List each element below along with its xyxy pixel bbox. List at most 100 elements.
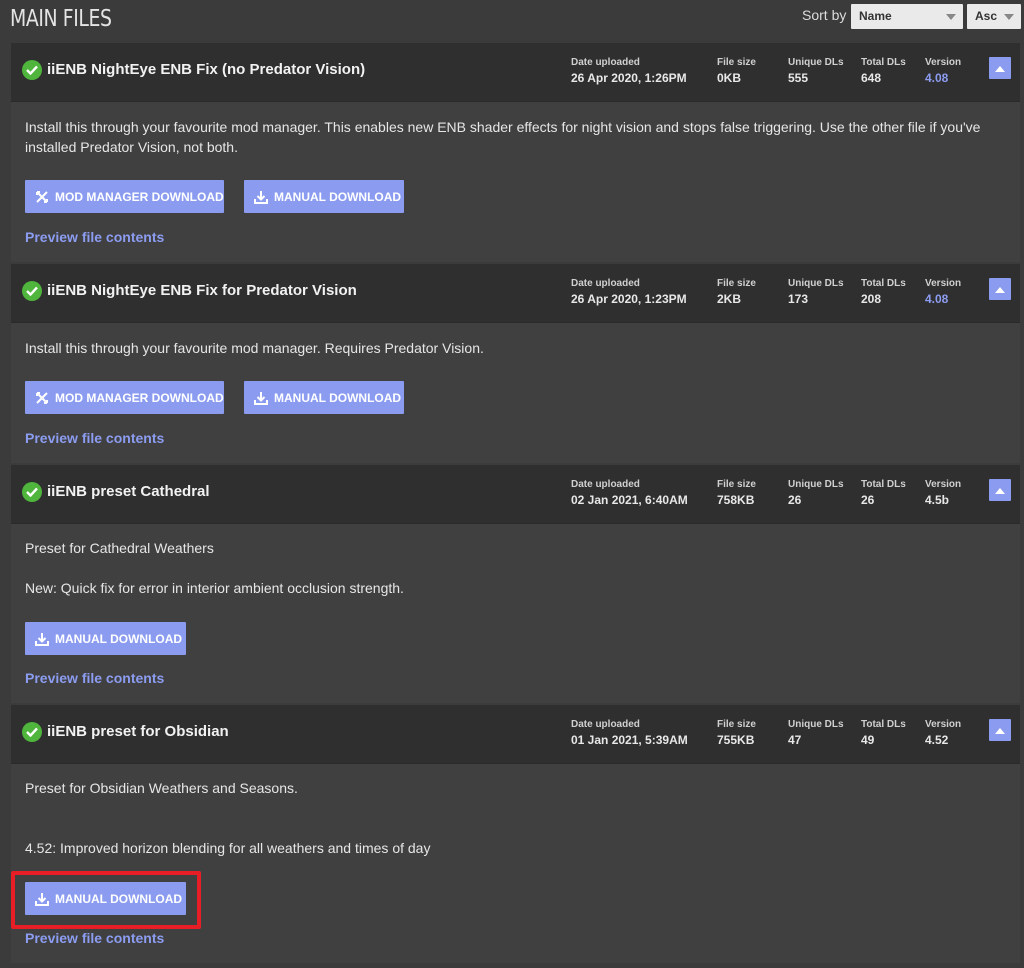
file-description: 4.52: Improved horizon blending for all … [25,840,431,856]
stat-value: 01 Jan 2021, 5:39AM [571,733,688,747]
file-item: iiENB preset for Obsidian Date uploaded … [11,705,1020,963]
file-name: iiENB NightEye ENB Fix for Predator Visi… [47,282,357,299]
caret-down-icon [946,14,956,20]
file-description: Install this through your favourite mod … [25,340,484,356]
main-files-header: MAIN FILES Sort by Name Asc [0,0,1024,40]
button-label: MANUAL DOWNLOAD [274,189,402,204]
file-header[interactable]: iiENB NightEye ENB Fix for Predator Visi… [11,264,1020,323]
button-label: MANUAL DOWNLOAD [55,631,183,646]
stat-value: 0KB [717,71,742,85]
sort-field-value: Name [859,9,892,23]
stat-label: Version [925,57,962,68]
manual-download-button[interactable]: MANUAL DOWNLOAD [25,882,186,915]
stat-label: File size [717,479,756,490]
sort-order-value: Asc [975,9,998,23]
stat-value: 208 [861,292,882,306]
stat-label: Date uploaded [571,479,640,490]
stat-size: File size 755KB [717,719,756,748]
stat-unique: Unique DLs 173 [788,278,844,307]
download-icon [35,892,49,906]
stat-value: 49 [861,733,875,747]
stat-value: 26 Apr 2020, 1:26PM [571,71,687,85]
file-item: iiENB NightEye ENB Fix (no Predator Visi… [11,43,1020,262]
stat-label: Total DLs [861,719,906,730]
stat-label: Total DLs [861,57,906,68]
vortex-icon [36,190,48,203]
file-description: Preset for Obsidian Weathers and Seasons… [25,780,298,796]
button-label: MANUAL DOWNLOAD [274,390,402,405]
stat-label: File size [717,57,756,68]
stat-value: 648 [861,71,882,85]
preview-file-contents-link[interactable]: Preview file contents [25,229,164,245]
file-header[interactable]: iiENB preset for Obsidian Date uploaded … [11,705,1020,764]
button-label: MOD MANAGER DOWNLOAD [55,390,224,405]
preview-file-contents-link[interactable]: Preview file contents [25,930,164,946]
stat-date: Date uploaded 26 Apr 2020, 1:26PM [571,57,687,86]
stat-date: Date uploaded 26 Apr 2020, 1:23PM [571,278,687,307]
sort-order-select[interactable]: Asc [967,4,1021,29]
stat-value: 47 [788,733,802,747]
chevron-up-icon[interactable] [989,719,1011,741]
stat-date: Date uploaded 02 Jan 2021, 6:40AM [571,479,688,508]
stat-label: Version [925,719,962,730]
manual-download-button[interactable]: MANUAL DOWNLOAD [244,180,404,213]
stat-size: File size 758KB [717,479,756,508]
file-description: Install this through your favourite mod … [25,119,981,155]
file-header[interactable]: iiENB preset Cathedral Date uploaded 02 … [11,465,1020,524]
file-description: Preset for Cathedral Weathers [25,540,214,556]
stat-unique: Unique DLs 26 [788,479,844,508]
stat-label: Version [925,278,962,289]
file-header[interactable]: iiENB NightEye ENB Fix (no Predator Visi… [11,43,1020,102]
stat-version: Version 4.52 [925,719,961,748]
stat-label: Unique DLs [788,719,844,730]
chevron-up-icon[interactable] [989,57,1011,79]
vortex-icon [36,391,48,404]
chevron-up-icon[interactable] [989,479,1011,501]
stat-size: File size 0KB [717,57,756,86]
stat-size: File size 2KB [717,278,756,307]
check-circle-icon [22,482,42,502]
section-title: MAIN FILES [10,6,112,32]
chevron-up-icon[interactable] [989,278,1011,300]
file-description: New: Quick fix for error in interior amb… [25,580,404,596]
stat-version: Version 4.5b [925,479,961,508]
stat-version: Version 4.08 [925,278,961,307]
stat-label: Unique DLs [788,57,844,68]
check-circle-icon [22,60,42,80]
manual-download-button[interactable]: MANUAL DOWNLOAD [244,381,404,414]
stat-label: Date uploaded [571,278,640,289]
stat-label: Date uploaded [571,57,640,68]
mod-manager-download-button[interactable]: MOD MANAGER DOWNLOAD [25,381,224,414]
sort-label: Sort by [802,7,847,23]
download-icon [35,632,49,646]
version-link[interactable]: 4.08 [925,70,961,86]
preview-file-contents-link[interactable]: Preview file contents [25,670,164,686]
stat-value: 173 [788,292,809,306]
preview-file-contents-link[interactable]: Preview file contents [25,430,164,446]
check-circle-icon [22,281,42,301]
button-label: MOD MANAGER DOWNLOAD [55,189,224,204]
stat-total: Total DLs 648 [861,57,906,86]
button-label: MANUAL DOWNLOAD [55,891,183,906]
stat-label: Version [925,479,962,490]
stat-value: 4.5b [925,493,950,507]
file-item: iiENB preset Cathedral Date uploaded 02 … [11,465,1020,703]
file-name: iiENB preset Cathedral [47,483,210,500]
stat-value: 555 [788,71,809,85]
stat-value: 2KB [717,292,742,306]
stat-value: 26 Apr 2020, 1:23PM [571,292,687,306]
sort-field-select[interactable]: Name [851,4,963,29]
stat-version: Version 4.08 [925,57,961,86]
stat-label: File size [717,719,756,730]
stat-value: 4.52 [925,733,949,747]
file-name: iiENB preset for Obsidian [47,723,229,740]
stat-total: Total DLs 26 [861,479,906,508]
stat-value: 755KB [717,733,755,747]
stat-label: Total DLs [861,479,906,490]
manual-download-button[interactable]: MANUAL DOWNLOAD [25,622,186,655]
stat-value: 758KB [717,493,755,507]
version-link[interactable]: 4.08 [925,291,961,307]
stat-total: Total DLs 208 [861,278,906,307]
mod-manager-download-button[interactable]: MOD MANAGER DOWNLOAD [25,180,224,213]
stat-total: Total DLs 49 [861,719,906,748]
